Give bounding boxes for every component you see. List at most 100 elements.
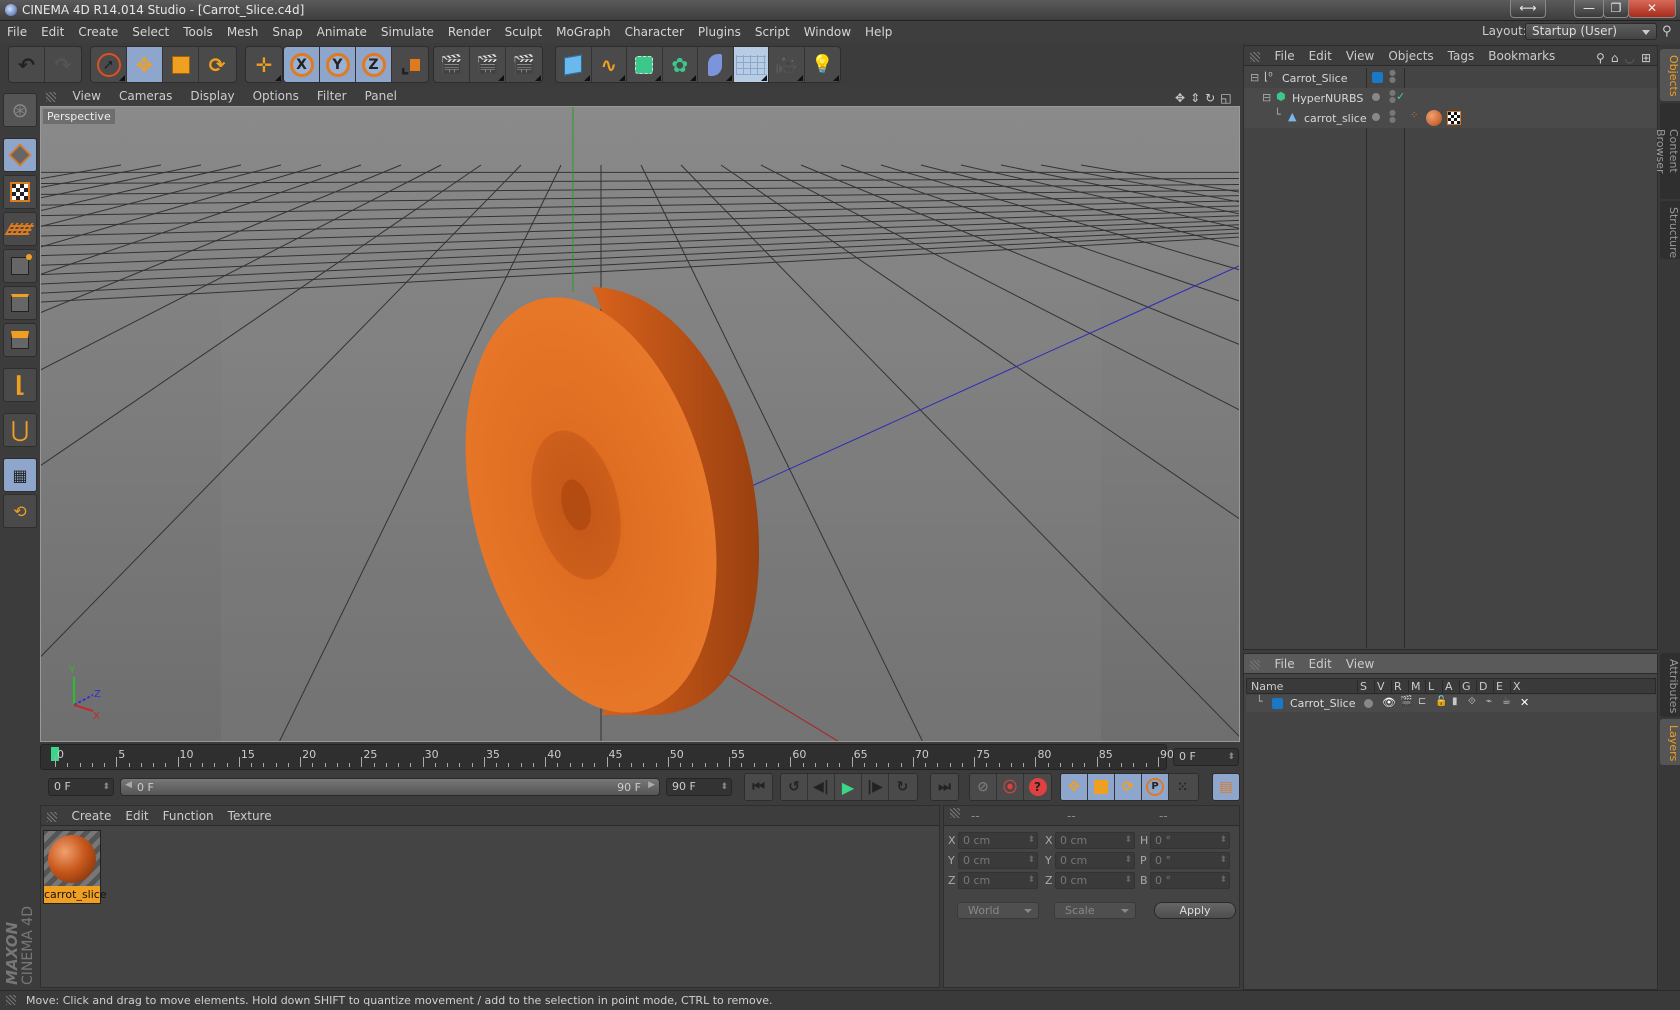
timeline-icon[interactable]: ▤	[1213, 774, 1239, 800]
layer-row[interactable]: └ Carrot_Slice 👁 🎬 ⊏ 🔓 ▮ ⟐ ⌁ ☕ ✕	[1246, 695, 1656, 712]
coord-value-field[interactable]: 0 cm	[1055, 872, 1135, 889]
resize-icon[interactable]: ⟷	[1510, 0, 1546, 18]
layer-column-s[interactable]: S	[1357, 680, 1367, 693]
camera-icon[interactable]: 🎥	[769, 47, 805, 82]
visibility-dots-icon[interactable]: ● ●	[1389, 89, 1396, 104]
mograph-cloner-icon[interactable]: ✿	[663, 47, 698, 82]
material-menu-create[interactable]: Create	[65, 806, 119, 826]
layer-column-d[interactable]: D	[1476, 680, 1487, 693]
object-name[interactable]: Carrot_Slice	[1282, 72, 1347, 85]
menu-animate[interactable]: Animate	[310, 21, 374, 43]
z-axis-lock-icon[interactable]: Z	[356, 47, 392, 82]
menu-mesh[interactable]: Mesh	[220, 21, 266, 43]
object-menu-objects[interactable]: Objects	[1381, 46, 1440, 66]
material-menu-texture[interactable]: Texture	[221, 806, 279, 826]
layer-color-icon[interactable]	[1372, 72, 1383, 83]
object-menu-tags[interactable]: Tags	[1441, 46, 1482, 66]
layer-visible-icon[interactable]: 👁	[1382, 696, 1396, 709]
viewport-menu-options[interactable]: Options	[244, 87, 308, 106]
panel-grip-icon[interactable]	[1250, 660, 1260, 670]
coord-value-field[interactable]: 0 cm	[1055, 832, 1135, 849]
menu-script[interactable]: Script	[748, 21, 797, 43]
object-row[interactable]: ⊟ ⌊⁰ Carrot_Slice ● ●	[1244, 68, 1657, 88]
menu-render[interactable]: Render	[441, 21, 498, 43]
layer-column-x[interactable]: X	[1510, 680, 1521, 693]
layer-name[interactable]: Carrot_Slice	[1290, 697, 1355, 710]
key-position-icon[interactable]: ✥	[1061, 774, 1088, 800]
tab-structure[interactable]: Structure	[1660, 201, 1680, 259]
redo-icon[interactable]: ↷	[45, 47, 81, 82]
layer-column-r[interactable]: R	[1391, 680, 1402, 693]
edges-mode-icon[interactable]	[3, 286, 37, 320]
rotate-icon[interactable]: ⟳	[199, 47, 235, 82]
minimize-button[interactable]: —	[1574, 0, 1604, 18]
coord-value-field[interactable]: 0 cm	[958, 832, 1038, 849]
model-mode-icon[interactable]	[3, 138, 37, 172]
x-axis-lock-icon[interactable]: X	[284, 47, 320, 82]
play-icon[interactable]: ▶	[835, 774, 862, 800]
material-menu-edit[interactable]: Edit	[118, 806, 155, 826]
new-view-icon[interactable]: ⊞	[1641, 48, 1651, 68]
menu-create[interactable]: Create	[71, 21, 125, 43]
menu-help[interactable]: Help	[858, 21, 899, 43]
layer-column-l[interactable]: L	[1425, 680, 1434, 693]
menu-select[interactable]: Select	[125, 21, 176, 43]
move-icon[interactable]: ✥	[127, 47, 163, 82]
object-name[interactable]: HyperNURBS	[1292, 92, 1363, 105]
layer-solo-icon[interactable]	[1364, 699, 1373, 708]
coordinate-space-dropdown[interactable]: World	[957, 902, 1039, 919]
visibility-dots-icon[interactable]: ● ●	[1389, 109, 1396, 124]
timeline-ruler[interactable]: 0 5 10 15 20 25 30 35 40 45 50 55 60 65 70 75 80 85 90	[40, 744, 1174, 770]
tab-objects[interactable]: Objects	[1660, 49, 1680, 101]
viewport-menu-display[interactable]: Display	[181, 87, 243, 106]
coord-value-field[interactable]: 0 °	[1150, 872, 1230, 889]
deformer-bend-icon[interactable]	[698, 47, 734, 82]
menu-plugins[interactable]: Plugins	[691, 21, 748, 43]
layer-dot-icon[interactable]	[1372, 113, 1380, 121]
object-menu-bookmarks[interactable]: Bookmarks	[1481, 46, 1562, 66]
live-selection-icon[interactable]: ➚	[91, 47, 127, 82]
panel-grip-icon[interactable]	[950, 808, 960, 818]
panel-grip-icon[interactable]	[47, 812, 57, 822]
spline-pen-icon[interactable]: ∿	[592, 47, 627, 82]
undo-icon[interactable]: ↶	[9, 47, 45, 82]
layout-select[interactable]: Startup (User)	[1525, 23, 1657, 40]
nurbs-icon[interactable]	[627, 47, 663, 82]
next-frame-icon[interactable]: |▶	[862, 774, 889, 800]
cube-primitive-icon[interactable]	[556, 47, 592, 82]
menu-mograph[interactable]: MoGraph	[549, 21, 618, 43]
search-icon[interactable]: ⚲	[1596, 48, 1605, 68]
scale-icon[interactable]	[163, 47, 199, 82]
coordinate-system-icon[interactable]: ⌞	[392, 47, 428, 82]
make-editable-icon[interactable]: ⊛	[3, 93, 37, 127]
layer-render-icon[interactable]: 🎬	[1400, 696, 1412, 707]
key-rotation-icon[interactable]: ⟳	[1115, 774, 1142, 800]
points-mode-icon[interactable]	[3, 249, 37, 283]
layer-generators-icon[interactable]: ⟐	[1468, 696, 1476, 707]
object-menu-file[interactable]: File	[1268, 46, 1302, 66]
search-icon[interactable]: ⚲	[1662, 24, 1672, 39]
layer-menu-file[interactable]: File	[1268, 654, 1302, 674]
coord-value-field[interactable]: 0 cm	[1055, 852, 1135, 869]
menu-tools[interactable]: Tools	[176, 21, 220, 43]
layer-column-name[interactable]: Name	[1251, 680, 1283, 693]
start-frame-field[interactable]: 0 F	[48, 778, 114, 796]
key-parameter-icon[interactable]: P	[1142, 774, 1169, 800]
record-keys-icon[interactable]: ⦿	[997, 774, 1024, 800]
tab-layers[interactable]: Layers	[1660, 719, 1680, 765]
layer-deformers-icon[interactable]: ⌁	[1486, 696, 1492, 707]
y-axis-lock-icon[interactable]: Y	[320, 47, 356, 82]
layer-menu-edit[interactable]: Edit	[1302, 654, 1339, 674]
workplane-rotate-icon[interactable]: ⟲	[3, 494, 37, 528]
restore-button[interactable]: ❐	[1603, 0, 1629, 18]
layer-expressions-icon[interactable]: ☕	[1502, 696, 1511, 707]
visibility-dots-icon[interactable]: ● ●	[1389, 69, 1396, 84]
coordinate-mode-dropdown[interactable]: Scale	[1054, 902, 1136, 919]
render-view-icon[interactable]: 🎬	[434, 47, 470, 82]
snap-magnet-icon[interactable]: ⋃	[3, 413, 37, 447]
coord-value-field[interactable]: 0 °	[1150, 832, 1230, 849]
menu-window[interactable]: Window	[797, 21, 858, 43]
viewport-menu-cameras[interactable]: Cameras	[110, 87, 181, 106]
prev-frame-icon[interactable]: ◀|	[808, 774, 835, 800]
object-menu-edit[interactable]: Edit	[1302, 46, 1339, 66]
